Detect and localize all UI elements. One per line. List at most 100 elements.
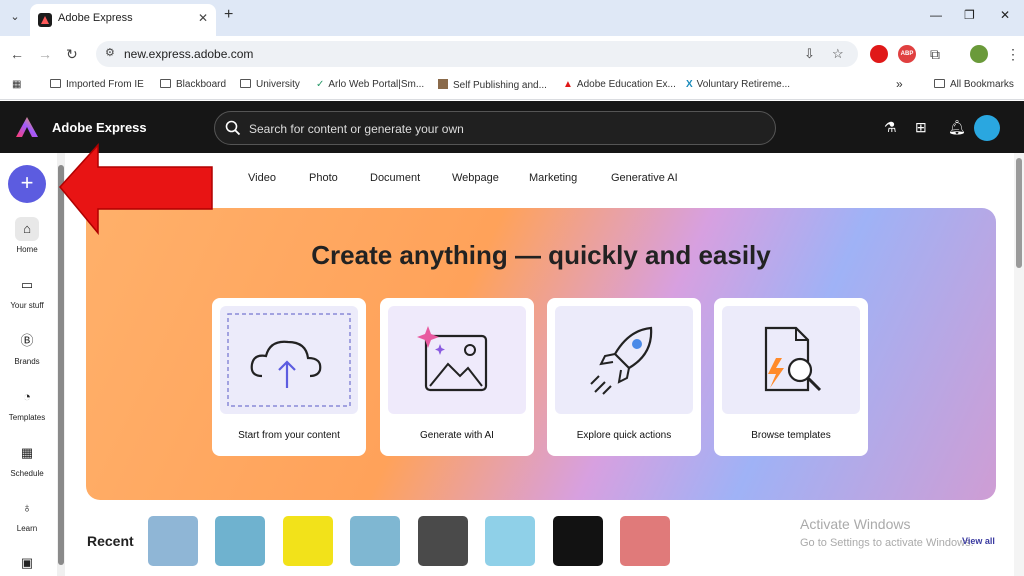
sidebar-item-home[interactable]: ⌂ Home bbox=[0, 217, 54, 254]
card-explore-quick-actions[interactable]: Explore quick actions bbox=[547, 298, 701, 456]
browser-tab[interactable]: Adobe Express ✕ bbox=[30, 4, 216, 36]
home-icon: ⌂ bbox=[15, 217, 39, 241]
bookmark-arlo[interactable]: ✓ Arlo Web Portal|Sm... bbox=[316, 79, 424, 90]
bookmark-adobe-education[interactable]: ▲ Adobe Education Ex... bbox=[563, 79, 676, 90]
adobe-express-favicon-icon bbox=[38, 13, 52, 27]
tab-generative-ai[interactable]: Generative AI bbox=[611, 172, 678, 184]
view-all-link[interactable]: View all bbox=[962, 536, 995, 546]
left-sidebar: + ⌂ Home ▭ Your stuff Ⓑ Brands ◔ Templat… bbox=[0, 153, 56, 576]
app-name[interactable]: Adobe Express bbox=[52, 120, 147, 135]
sidebar-item-label: Schedule bbox=[10, 469, 44, 478]
rocket-icon bbox=[590, 326, 653, 395]
sidebar-item-label: Templates bbox=[8, 413, 46, 422]
search-placeholder: Search for content or generate your own bbox=[249, 122, 464, 136]
bookmark-self-publishing[interactable]: Self Publishing and... bbox=[438, 79, 547, 91]
card-label: Explore quick actions bbox=[576, 430, 672, 441]
more-bookmarks-icon[interactable]: » bbox=[896, 77, 903, 91]
minimize-icon[interactable]: — bbox=[930, 8, 942, 22]
card-generate-with-ai[interactable]: Generate with AI bbox=[380, 298, 534, 456]
page-scroll-thumb[interactable] bbox=[1016, 158, 1022, 268]
bookmark-imported-from-ie[interactable]: Imported From IE bbox=[50, 79, 144, 90]
forward-arrow-icon[interactable]: → bbox=[38, 46, 52, 62]
card-label: Generate with AI bbox=[420, 430, 494, 441]
adobe-express-logo-icon[interactable] bbox=[16, 117, 38, 137]
site-settings-icon[interactable]: ⚙ bbox=[105, 46, 115, 59]
browser-tab-bar: ⌄ Adobe Express ✕ + — ❐ ✕ bbox=[0, 0, 1024, 36]
arlo-icon: ✓ bbox=[316, 79, 325, 90]
tab-search-chevron-icon[interactable]: ⌄ bbox=[6, 8, 24, 26]
brand-icon: Ⓑ bbox=[20, 333, 34, 348]
card-image bbox=[722, 306, 860, 414]
folder-icon bbox=[50, 79, 61, 88]
bookmarks-bar: ▦ Imported From IE Blackboard University… bbox=[0, 72, 1024, 100]
adobe-icon: ▲ bbox=[563, 79, 573, 90]
recent-thumbnail[interactable] bbox=[283, 516, 333, 566]
sidebar-item-label: Home bbox=[16, 245, 38, 254]
recent-thumbnail[interactable] bbox=[485, 516, 535, 566]
card-start-from-content[interactable]: Start from your content bbox=[212, 298, 366, 456]
create-new-button[interactable]: + bbox=[8, 165, 46, 203]
sidebar-item-label: Your stuff bbox=[10, 301, 44, 310]
adblock-extension-icon[interactable]: ABP bbox=[898, 45, 916, 63]
back-arrow-icon[interactable]: ← bbox=[10, 46, 24, 62]
activate-windows-subtext: Go to Settings to activate Windows. bbox=[800, 537, 974, 549]
template-search-icon bbox=[764, 326, 822, 392]
labs-flask-icon[interactable]: ⚗ bbox=[884, 119, 897, 136]
calendar-icon: ▦ bbox=[20, 445, 34, 460]
sidebar-item-schedule[interactable]: ▦ Schedule bbox=[0, 441, 54, 478]
folder-icon: ▭ bbox=[20, 277, 34, 292]
user-avatar[interactable] bbox=[974, 115, 1000, 141]
tab-photo[interactable]: Photo bbox=[309, 172, 338, 184]
close-window-icon[interactable]: ✕ bbox=[1000, 8, 1010, 22]
folder-icon bbox=[240, 79, 251, 88]
recent-thumbnail[interactable] bbox=[215, 516, 265, 566]
self-publishing-icon bbox=[438, 79, 448, 89]
tab-marketing[interactable]: Marketing bbox=[529, 172, 577, 184]
browser-toolbar: ← → ↻ ⚙ new.express.adobe.com ⇩ ☆ ABP ⧉ … bbox=[0, 36, 1024, 72]
recent-thumbnail[interactable] bbox=[350, 516, 400, 566]
sidebar-item-more[interactable]: ▣ bbox=[0, 551, 54, 575]
folder-icon bbox=[160, 79, 171, 88]
recent-thumbnail[interactable] bbox=[620, 516, 670, 566]
all-bookmarks[interactable]: All Bookmarks bbox=[934, 79, 1014, 90]
install-app-icon[interactable]: ⇩ bbox=[804, 46, 815, 62]
sidebar-item-templates[interactable]: ◔ Templates bbox=[0, 385, 54, 422]
folder-icon bbox=[934, 79, 945, 88]
tab-document[interactable]: Document bbox=[370, 172, 420, 184]
card-image bbox=[220, 306, 358, 414]
browser-menu-icon[interactable]: ⋮ bbox=[1006, 46, 1020, 63]
restore-icon[interactable]: ❐ bbox=[964, 8, 975, 22]
bookmark-blackboard[interactable]: Blackboard bbox=[160, 79, 226, 90]
sidebar-item-label: Learn bbox=[16, 524, 38, 533]
apps-grid-icon[interactable]: ⊞ bbox=[915, 119, 927, 136]
sidebar-item-brands[interactable]: Ⓑ Brands bbox=[0, 329, 54, 366]
address-bar[interactable]: ⚙ new.express.adobe.com ⇩ ☆ bbox=[96, 41, 858, 67]
notifications-bell-icon[interactable]: 🔔︎ bbox=[948, 119, 966, 136]
bookmark-university[interactable]: University bbox=[240, 79, 300, 90]
opera-extension-icon[interactable] bbox=[870, 45, 888, 63]
search-input[interactable]: Search for content or generate your own bbox=[214, 111, 776, 145]
profile-avatar-icon[interactable] bbox=[970, 45, 988, 63]
sidebar-item-learn[interactable]: ♁ Learn bbox=[0, 496, 54, 533]
card-label: Browse templates bbox=[751, 430, 831, 441]
ai-image-icon bbox=[417, 326, 488, 392]
recent-thumbnail[interactable] bbox=[418, 516, 468, 566]
lightbulb-icon: ♁ bbox=[22, 500, 32, 515]
recent-thumbnail[interactable] bbox=[553, 516, 603, 566]
tab-webpage[interactable]: Webpage bbox=[452, 172, 499, 184]
bookmark-star-icon[interactable]: ☆ bbox=[832, 46, 844, 62]
recent-thumbnail[interactable] bbox=[148, 516, 198, 566]
bookmark-voluntary-retirement[interactable]: X Voluntary Retireme... bbox=[686, 79, 790, 90]
new-tab-plus-icon[interactable]: + bbox=[224, 6, 233, 24]
tab-video[interactable]: Video bbox=[248, 172, 276, 184]
templates-icon: ◔ bbox=[23, 389, 31, 404]
tab-title: Adobe Express bbox=[58, 12, 133, 24]
url-text: new.express.adobe.com bbox=[124, 47, 254, 61]
tab-close-icon[interactable]: ✕ bbox=[198, 11, 208, 25]
calendar-icon: ▣ bbox=[20, 555, 34, 570]
reload-icon[interactable]: ↻ bbox=[66, 46, 78, 63]
sidebar-item-your-stuff[interactable]: ▭ Your stuff bbox=[0, 273, 54, 310]
card-browse-templates[interactable]: Browse templates bbox=[714, 298, 868, 456]
extensions-puzzle-icon[interactable]: ⧉ bbox=[930, 46, 940, 63]
apps-grid-icon[interactable]: ▦ bbox=[12, 79, 21, 90]
